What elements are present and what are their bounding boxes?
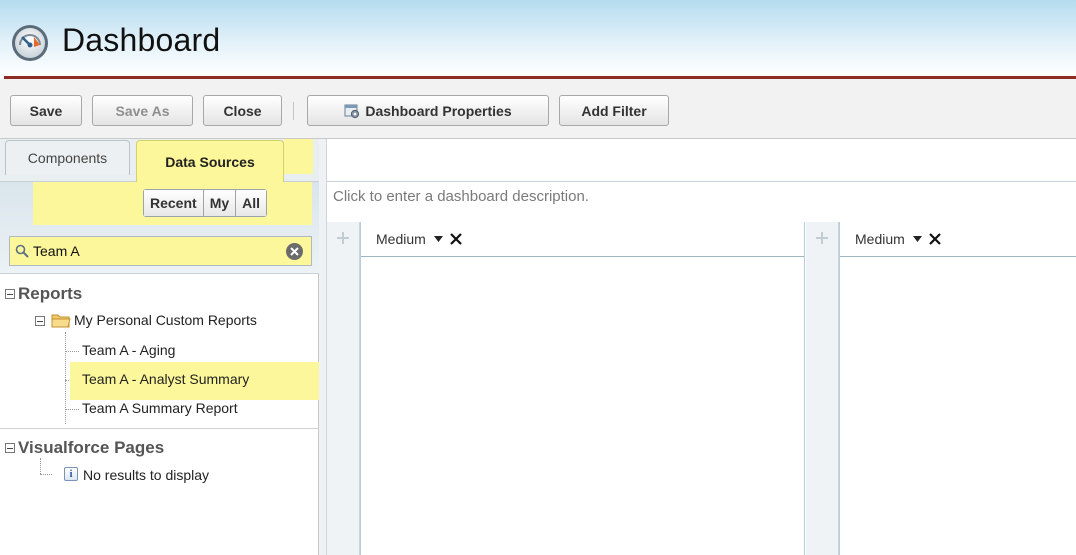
folder-my-personal-custom-reports[interactable]: My Personal Custom Reports <box>74 312 257 328</box>
filter-area: Recent My All <box>0 182 319 274</box>
data-source-tree: Reports My Personal Custom Reports Team … <box>0 274 321 555</box>
report-item[interactable]: Team A Summary Report <box>82 400 238 416</box>
column-size-label[interactable]: Medium <box>855 231 905 247</box>
tab-data-sources[interactable]: Data Sources <box>136 140 284 182</box>
dashboard-description[interactable]: Click to enter a dashboard description. <box>333 188 589 205</box>
reports-section-label[interactable]: Reports <box>18 284 82 304</box>
tree-line <box>65 351 79 352</box>
add-filter-button[interactable]: Add Filter <box>559 95 669 126</box>
tree-divider <box>0 428 319 429</box>
info-icon: i <box>64 467 78 481</box>
column-size-label[interactable]: Medium <box>376 231 426 247</box>
collapse-visualforce-icon[interactable] <box>5 443 15 453</box>
recent-my-all-filter: Recent My All <box>143 189 268 217</box>
column-body: Medium <box>839 222 1076 555</box>
column-header: Medium <box>361 222 804 257</box>
page-header: Dashboard <box>0 0 1076 76</box>
panel-splitter[interactable] <box>319 139 327 555</box>
dropdown-arrow-icon[interactable] <box>433 236 443 242</box>
page-title: Dashboard <box>62 22 221 58</box>
tab-highlight <box>284 139 313 174</box>
toolbar: Save Save As Close Dashboard Properties … <box>0 79 1076 139</box>
dashboard-column: Medium <box>806 222 1076 555</box>
column-header: Medium <box>840 222 1076 257</box>
tree-line <box>65 409 79 410</box>
search-input[interactable] <box>33 243 273 259</box>
report-item[interactable]: Team A - Aging <box>82 342 175 358</box>
collapse-reports-icon[interactable] <box>5 289 15 299</box>
gear-icon <box>344 103 360 119</box>
no-results-message: No results to display <box>83 467 210 483</box>
filter-all-button[interactable]: All <box>236 190 267 216</box>
data-sources-panel: Components Data Sources Recent My All Te… <box>0 139 321 555</box>
tree-line <box>40 458 41 474</box>
search-box <box>9 236 312 266</box>
plus-icon <box>816 232 828 244</box>
canvas-top-strip <box>327 139 1076 182</box>
tree-line <box>40 474 52 475</box>
column-body: Medium <box>360 222 805 555</box>
visualforce-section-label[interactable]: Visualforce Pages <box>18 438 164 458</box>
search-icon <box>15 244 29 258</box>
dashboard-properties-button[interactable]: Dashboard Properties <box>307 95 549 126</box>
toolbar-separator <box>293 102 294 120</box>
dropdown-arrow-icon[interactable] <box>912 236 922 242</box>
column-grip[interactable] <box>806 222 839 555</box>
dashboard-column: Medium <box>327 222 805 555</box>
sidebar-tabs: Components Data Sources <box>0 139 319 182</box>
collapse-folder-icon[interactable] <box>35 316 45 326</box>
filter-my-button[interactable]: My <box>203 190 237 216</box>
plus-icon <box>337 232 349 244</box>
tab-components[interactable]: Components <box>5 140 130 175</box>
close-button[interactable]: Close <box>203 95 282 126</box>
column-grip[interactable] <box>327 222 360 555</box>
folder-icon <box>51 312 71 331</box>
remove-column-icon[interactable] <box>449 232 463 246</box>
remove-column-icon[interactable] <box>928 232 942 246</box>
filter-recent-button[interactable]: Recent <box>144 190 204 216</box>
dashboard-properties-label: Dashboard Properties <box>365 102 512 119</box>
clear-search-icon[interactable] <box>286 243 303 260</box>
tree-line <box>65 332 66 424</box>
dashboard-gauge-icon <box>10 23 50 63</box>
save-as-button[interactable]: Save As <box>92 95 193 126</box>
report-item[interactable]: Team A - Analyst Summary <box>82 371 249 387</box>
save-button[interactable]: Save <box>10 95 82 126</box>
